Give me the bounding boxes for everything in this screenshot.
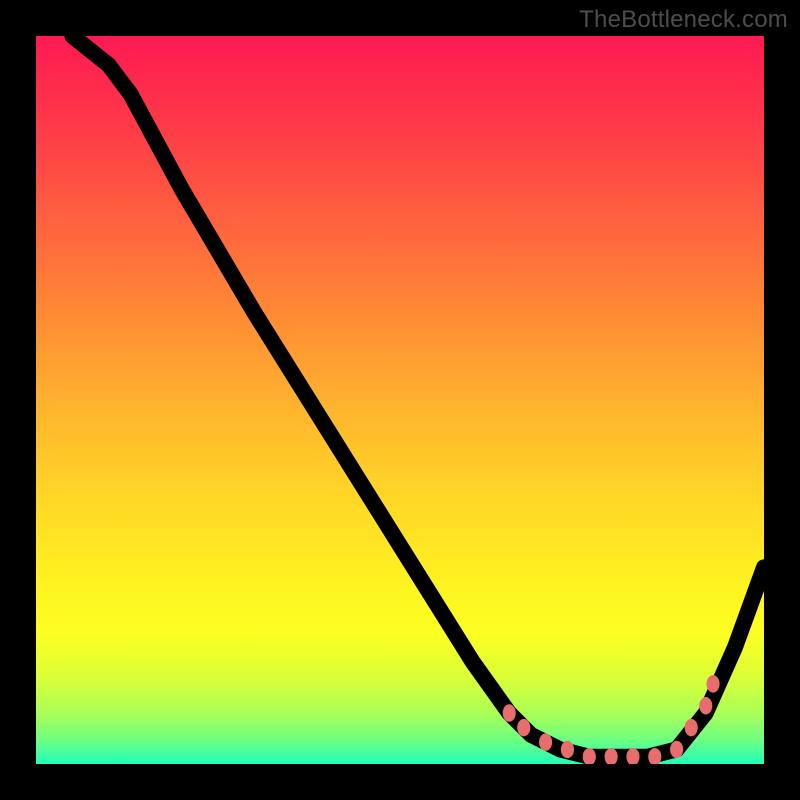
chart-overlay	[36, 36, 764, 764]
marker-dot	[539, 733, 552, 750]
marker-dot	[517, 719, 530, 736]
marker-dot	[670, 741, 683, 758]
marker-dot	[561, 741, 574, 758]
marker-dot	[503, 704, 516, 721]
marker-dot	[706, 675, 719, 692]
marker-dot	[685, 719, 698, 736]
bottleneck-curve	[72, 36, 764, 757]
chart-frame: TheBottleneck.com	[0, 0, 800, 800]
marker-dot	[699, 697, 712, 714]
marker-dots	[503, 675, 720, 764]
watermark-text: TheBottleneck.com	[579, 6, 788, 34]
